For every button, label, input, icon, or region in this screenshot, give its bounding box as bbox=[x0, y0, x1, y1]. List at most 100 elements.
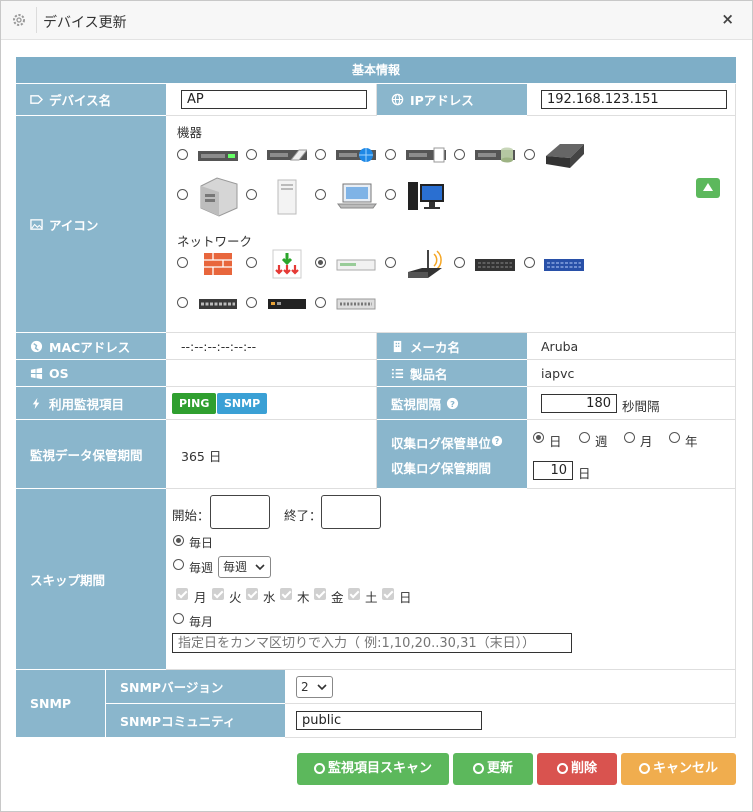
monitor-interval-input[interactable]: 180 bbox=[541, 394, 617, 413]
laptop-icon[interactable] bbox=[337, 182, 377, 210]
collapse-up-button[interactable] bbox=[696, 178, 720, 198]
day-check-tue[interactable] bbox=[212, 588, 224, 600]
snmp-community-input[interactable]: public bbox=[296, 711, 482, 730]
skip-weekly-select[interactable]: 毎週 bbox=[218, 556, 271, 578]
icon-radio-9[interactable] bbox=[315, 189, 326, 200]
switch-gray-icon[interactable] bbox=[336, 297, 376, 311]
switch-black-icon[interactable] bbox=[474, 257, 516, 273]
switch-white-icon[interactable] bbox=[336, 258, 376, 272]
scan-button-label: 監視項目スキャン bbox=[327, 761, 432, 776]
network-group-label: ネットワーク bbox=[177, 234, 253, 249]
skip-monthly-input[interactable] bbox=[172, 633, 572, 653]
switch-black-small-icon[interactable] bbox=[267, 297, 307, 311]
icon-radio-16[interactable] bbox=[524, 257, 535, 268]
skip-start-input[interactable] bbox=[210, 495, 270, 529]
day-check-mon[interactable] bbox=[176, 588, 188, 600]
firewall-icon[interactable] bbox=[203, 252, 233, 276]
section-header: 基本情報 bbox=[16, 57, 736, 83]
router-arrows-icon[interactable] bbox=[272, 249, 302, 279]
icon-radio-3[interactable] bbox=[315, 149, 326, 160]
icon-radio-6[interactable] bbox=[524, 149, 535, 160]
icon-radio-8[interactable] bbox=[246, 189, 257, 200]
rack-server-db-icon[interactable] bbox=[475, 146, 515, 164]
icon-radio-14[interactable] bbox=[385, 257, 396, 268]
globe-dark-icon bbox=[30, 340, 43, 352]
ping-badge[interactable]: PING bbox=[172, 393, 217, 414]
rack-server-globe-icon[interactable] bbox=[336, 146, 376, 164]
cancel-button[interactable]: キャンセル bbox=[621, 753, 736, 785]
skip-daily-label: 毎日 bbox=[189, 536, 214, 550]
machines-group-label: 機器 bbox=[177, 125, 203, 140]
icon-radio-11[interactable] bbox=[177, 257, 188, 268]
scan-button[interactable]: 監視項目スキャン bbox=[297, 753, 449, 785]
retention-value: 365 日 bbox=[181, 449, 222, 464]
product-label-text: 製品名 bbox=[410, 366, 448, 382]
device-name-label: デバイス名 bbox=[16, 84, 166, 116]
rack-server-icon[interactable] bbox=[198, 150, 238, 162]
help-icon-2[interactable]: ? bbox=[491, 435, 503, 447]
log-period-input[interactable]: 10 bbox=[533, 461, 573, 480]
snmp-badge[interactable]: SNMP bbox=[217, 393, 268, 414]
maker-value: Aruba bbox=[541, 339, 579, 354]
ip-input[interactable]: 192.168.123.151 bbox=[541, 90, 727, 109]
icon-radio-4[interactable] bbox=[385, 149, 396, 160]
day-wed-label: 水 bbox=[263, 590, 276, 605]
snmp-label-text: SNMP bbox=[30, 696, 72, 711]
icon-radio-12[interactable] bbox=[246, 257, 257, 268]
icon-radio-19[interactable] bbox=[315, 297, 326, 308]
windows-icon bbox=[30, 367, 43, 379]
bolt-icon bbox=[32, 397, 40, 409]
server-tower-icon[interactable] bbox=[197, 176, 241, 218]
wifi-router-icon[interactable] bbox=[406, 248, 444, 282]
log-unit-week-radio[interactable] bbox=[579, 432, 590, 443]
plus-circle-icon bbox=[472, 763, 484, 774]
icon-radio-5[interactable] bbox=[454, 149, 465, 160]
monitor-interval-unit: 秒間隔 bbox=[622, 399, 660, 414]
day-sat-label: 土 bbox=[365, 590, 378, 605]
snmp-version-select[interactable]: 2 bbox=[296, 676, 333, 698]
device-name-input[interactable]: AP bbox=[181, 90, 367, 109]
day-check-fri[interactable] bbox=[314, 588, 326, 600]
day-check-sat[interactable] bbox=[348, 588, 360, 600]
tag-icon bbox=[30, 95, 43, 104]
white-tower-pc-icon[interactable] bbox=[276, 178, 298, 216]
day-check-sun[interactable] bbox=[382, 588, 394, 600]
skip-end-input[interactable] bbox=[321, 495, 381, 529]
help-icon[interactable]: ? bbox=[446, 397, 459, 410]
skip-weekly-radio[interactable] bbox=[173, 559, 184, 570]
icon-radio-10[interactable] bbox=[385, 189, 396, 200]
update-button[interactable]: 更新 bbox=[453, 753, 533, 785]
icon-radio-2[interactable] bbox=[246, 149, 257, 160]
day-check-thu[interactable] bbox=[280, 588, 292, 600]
ip-label: IPアドレス bbox=[377, 84, 527, 116]
title-separator bbox=[36, 7, 37, 33]
skip-monthly-radio[interactable] bbox=[173, 613, 184, 624]
icon-radio-7[interactable] bbox=[177, 189, 188, 200]
log-unit-day-radio[interactable] bbox=[533, 432, 544, 443]
nas-box-icon[interactable] bbox=[544, 142, 586, 170]
icon-radio-13[interactable] bbox=[315, 257, 326, 268]
delete-button[interactable]: 削除 bbox=[537, 753, 617, 785]
close-button[interactable]: × bbox=[721, 10, 734, 28]
skip-daily-radio[interactable] bbox=[173, 535, 184, 546]
list-icon bbox=[391, 368, 404, 378]
rack-server-hdd-icon[interactable] bbox=[267, 148, 307, 162]
icon-radio-15[interactable] bbox=[454, 257, 465, 268]
gear-icon bbox=[13, 14, 25, 26]
svg-text:?: ? bbox=[450, 398, 455, 408]
desktop-pc-icon[interactable] bbox=[406, 180, 446, 212]
minus-circle-icon bbox=[556, 763, 568, 774]
retention-label-text: 監視データ保管期間 bbox=[30, 447, 143, 463]
monitor-interval-label: 監視間隔 ? bbox=[377, 387, 527, 420]
rack-server-doc-icon[interactable] bbox=[406, 147, 446, 163]
switch-small-icon[interactable] bbox=[198, 298, 238, 310]
icon-radio-1[interactable] bbox=[177, 149, 188, 160]
log-unit-year-radio[interactable] bbox=[669, 432, 680, 443]
icon-radio-17[interactable] bbox=[177, 297, 188, 308]
switch-blue-icon[interactable] bbox=[543, 257, 585, 273]
log-unit-week: 週 bbox=[595, 434, 608, 449]
icon-radio-18[interactable] bbox=[246, 297, 257, 308]
day-check-wed[interactable] bbox=[246, 588, 258, 600]
day-sun-label: 日 bbox=[399, 590, 412, 605]
log-unit-month-radio[interactable] bbox=[624, 432, 635, 443]
